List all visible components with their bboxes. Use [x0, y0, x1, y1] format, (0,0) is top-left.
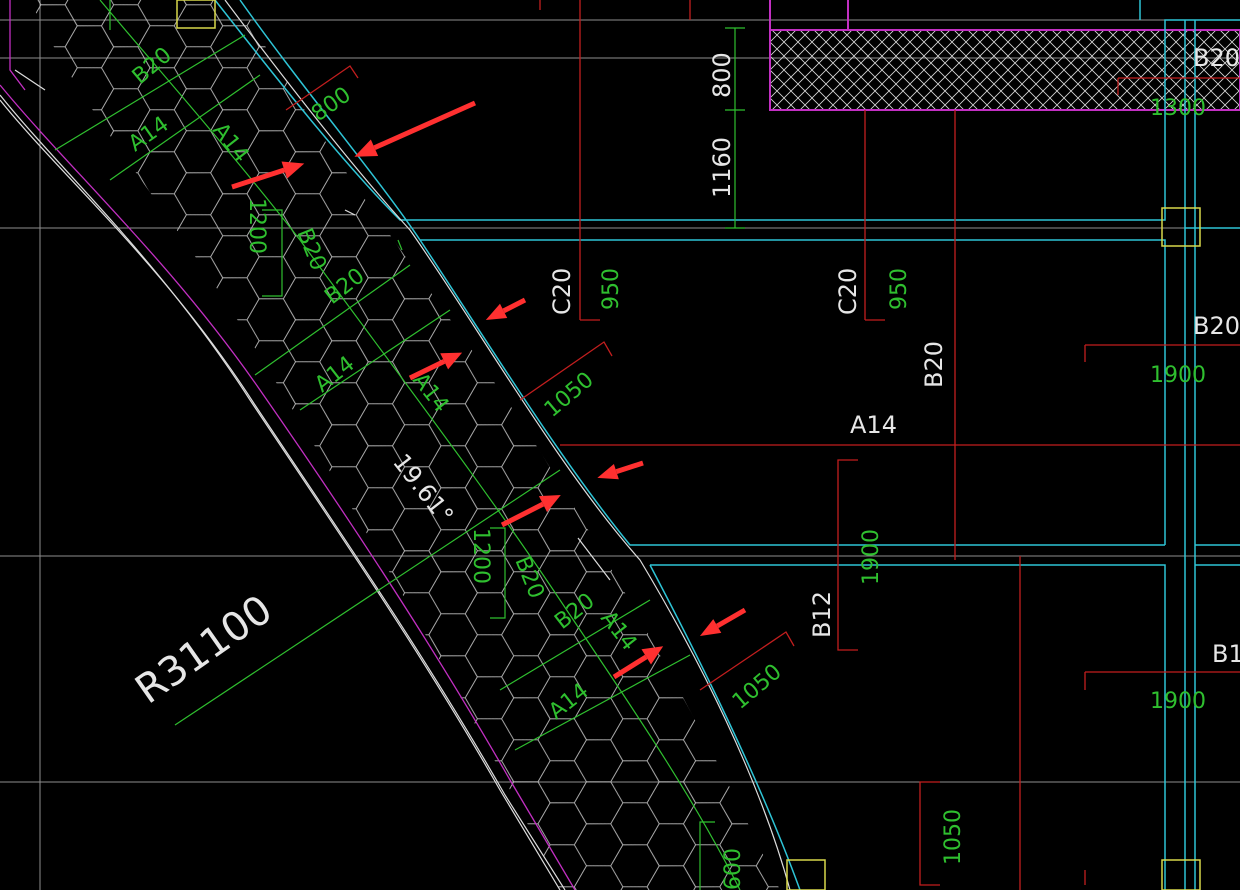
label-dim-1200-lower: 1200 [468, 528, 493, 584]
label-dim-600: 600 [721, 848, 746, 890]
label-dim-800-v: 800 [708, 52, 736, 98]
label-dim-1900-right-b: 1900 [1150, 689, 1206, 714]
label-dim-800-diag: 800 [307, 82, 356, 127]
label-b20-center: B20 [920, 341, 948, 388]
label-dim-1050-upper: 1050 [540, 367, 599, 422]
label-dim-1300: 1300 [1150, 96, 1206, 121]
label-b20-right-top: B20 [1193, 44, 1240, 72]
red-arrow-icon [485, 297, 527, 320]
label-dim-1900-right-a: 1900 [1150, 363, 1206, 388]
red-arrow-icon [354, 100, 477, 157]
label-c20-left: C20 [548, 268, 576, 315]
label-dim-1050-lower: 1050 [728, 659, 787, 714]
label-dim-1050-bottom: 1050 [941, 809, 966, 865]
label-radius: R31100 [127, 587, 280, 714]
label-b12: B12 [808, 591, 836, 638]
cad-drawing: B20 A14 A14 800 1200 B20 B20 A14 A14 105… [0, 0, 1240, 890]
label-c20-right: C20 [834, 268, 862, 315]
label-dim-1200-upper: 1200 [244, 198, 269, 254]
label-a14-center: A14 [850, 411, 897, 439]
label-b20-right-mid: B20 [1193, 312, 1240, 340]
label-dim-1900-center: 1900 [859, 529, 884, 585]
label-b1-right: B1 [1212, 640, 1240, 668]
red-arrow-icon [699, 607, 747, 636]
label-dim-1160: 1160 [708, 137, 736, 198]
red-arrow-icon [597, 460, 644, 480]
label-dim-950-left: 950 [599, 268, 624, 310]
hatched-block [769, 0, 1240, 111]
label-dim-950-right: 950 [887, 268, 912, 310]
